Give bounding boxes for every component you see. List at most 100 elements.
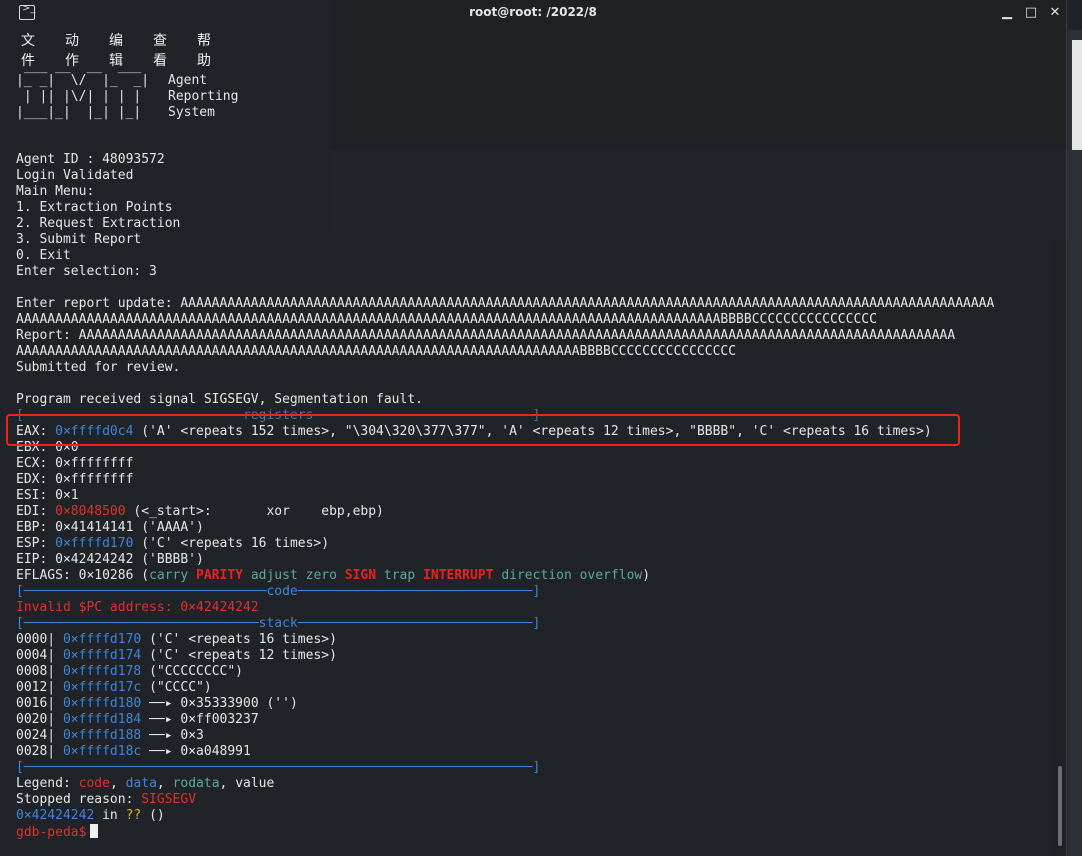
legend-value: value [235,776,275,791]
banner-text: System [168,105,215,120]
close-button[interactable]: ✕ [1046,4,1064,22]
stack-row: 0012| 0×ffffd17c ("CCCC") [16,680,212,696]
stack-row: 0028| 0×ffffd18c ──▸ 0×a048991 [16,744,251,760]
location-line: 0×42424242 in ?? () [16,808,165,824]
location-in: in [94,808,126,823]
stack-address: 0×ffffd170 [62,632,142,647]
stack-offset: 0004| [16,648,56,663]
eax-highlight-box [6,414,960,446]
signal-line: Program received signal SIGSEGV, Segment… [16,392,423,407]
stack-value: ──▸ 0×ff003237 [149,712,259,727]
invalid-pc-line: Invalid $PC address: 0×42424242 [16,600,259,615]
stack-address: 0×ffffd180 [62,696,142,711]
stack-value: ──▸ 0×a048991 [149,744,251,759]
register-value: (<_start>: xor ebp,ebp) [133,504,384,519]
flag-sign: SIGN [344,568,377,583]
flag-adjust: adjust [250,568,298,583]
legend-data: data [125,776,157,791]
stack-row: 0004| 0×ffffd174 ('C' <repeats 12 times>… [16,648,337,664]
register-edi: EDI: 0×8048500 (<_start>: xor ebp,ebp) [16,504,384,520]
stopped-label: Stopped reason: [16,792,142,807]
stack-offset: 0024| [16,728,56,743]
menu-help[interactable]: 帮助 [197,30,211,70]
flag-carry: carry [149,568,189,583]
flag-parity: PARITY [196,568,243,583]
register-ebp: EBP: 0×41414141 ('AAAA') [16,520,204,535]
main-menu-label: Main Menu: [16,184,95,199]
register-esp: ESP: 0×ffffd170 ('C' <repeats 16 times>) [16,536,329,552]
stack-row: 0020| 0×ffffd184 ──▸ 0×ff003237 [16,712,259,728]
background-edge [1068,30,1082,856]
register-esi: ESI: 0×1 [16,488,79,503]
stack-address: 0×ffffd18c [62,744,142,759]
stack-row: 0008| 0×ffffd178 ("CCCCCCCC") [16,664,243,680]
stack-offset: 0028| [16,744,56,759]
minimize-button[interactable]: ▁ [998,4,1016,22]
stack-address: 0×ffffd188 [62,728,142,743]
register-ecx: ECX: 0×ffffffff [16,456,134,471]
stack-address: 0×ffffd17c [62,680,142,695]
login-status: Login Validated [16,168,134,183]
stack-value: ──▸ 0×35333900 ('') [149,696,298,711]
stack-value: ("CCCCCCCC") [149,664,243,679]
flag-direction: direction [501,568,572,583]
selection-line: Enter selection: 3 [16,264,157,279]
location-func: ?? [125,808,142,823]
report-update-line: AAAAAAAAAAAAAAAAAAAAAAAAAAAAAAAAAAAAAAAA… [16,312,877,327]
location-rest: () [141,808,165,823]
legend-code: code [78,776,110,791]
register-eflags: EFLAGS: 0×10286 (carry PARITY adjust zer… [16,568,650,584]
stopped-reason-line: Stopped reason: SIGSEGV [16,792,196,808]
report-update-line: Enter report update: AAAAAAAAAAAAAAAAAAA… [16,296,995,311]
stack-value: ('C' <repeats 12 times>) [149,648,337,663]
stack-address: 0×ffffd184 [62,712,142,727]
menu-option: 1. Extraction Points [16,200,173,215]
scrollbar[interactable] [1058,766,1062,846]
legend-line: Legend: code, data, rodata, value [16,776,275,791]
stack-address: 0×ffffd174 [62,648,142,663]
menu-option: 3. Submit Report [16,232,142,247]
stopped-reason: SIGSEGV [141,792,197,807]
register-name: ESP: [16,536,48,551]
location-address: 0×42424242 [16,808,95,823]
stack-offset: 0008| [16,664,56,679]
title-bar: >_ root@root: /2022/8 ▁ □ ✕ [0,0,1066,27]
stack-value: ("CCCC") [149,680,212,695]
stack-offset: 0016| [16,696,56,711]
gdb-prompt-line[interactable]: gdb-peda$ [16,824,99,840]
stack-offset: 0020| [16,712,56,727]
legend-label: Legend: [16,776,79,791]
agent-id: Agent ID : 48093572 [16,152,165,167]
stack-row: 0016| 0×ffffd180 ──▸ 0×35333900 ('') [16,696,298,712]
text-cursor [90,824,99,838]
banner-text: Agent [168,73,208,88]
register-address: 0×8048500 [55,504,126,519]
menu-option: 0. Exit [16,248,71,263]
report-line: AAAAAAAAAAAAAAAAAAAAAAAAAAAAAAAAAAAAAAAA… [16,344,737,359]
eflags-prefix: EFLAGS: 0×10286 ( [16,568,150,583]
register-address: 0×ffffd170 [55,536,134,551]
menu-option: 2. Request Extraction [16,216,181,231]
logo-line: |_ _| \/ |_ _| [16,73,157,88]
logo-line: |___|_| |_| |_| [16,105,157,120]
stack-footer: [───────────────────────────────────────… [16,760,541,775]
flag-trap: trap [383,568,416,583]
background-edge-light [1072,40,1082,150]
maximize-button[interactable]: □ [1022,4,1040,22]
terminal-window: >_ root@root: /2022/8 ▁ □ ✕ 文件 动作 编辑 查看 … [0,0,1067,856]
register-name: EDI: [16,504,48,519]
stack-offset: 0012| [16,680,56,695]
gdb-prompt: gdb-peda$ [16,825,87,840]
stack-header: [──────────────────────────────stack────… [16,616,541,631]
window-title: root@root: /2022/8 [469,5,597,19]
register-edx: EDX: 0×ffffffff [16,472,134,487]
stack-row: 0024| 0×ffffd188 ──▸ 0×3 [16,728,204,744]
stack-value: ('C' <repeats 16 times>) [149,632,337,647]
flag-overflow: overflow [579,568,643,583]
legend-rodata: rodata [172,776,220,791]
banner-text: Reporting [168,89,239,104]
flag-interrupt: INTERRUPT [423,568,494,583]
report-line: Report: AAAAAAAAAAAAAAAAAAAAAAAAAAAAAAAA… [16,328,956,343]
submitted-line: Submitted for review. [16,360,181,375]
logo-line: | || |\/| | | | [16,89,157,104]
